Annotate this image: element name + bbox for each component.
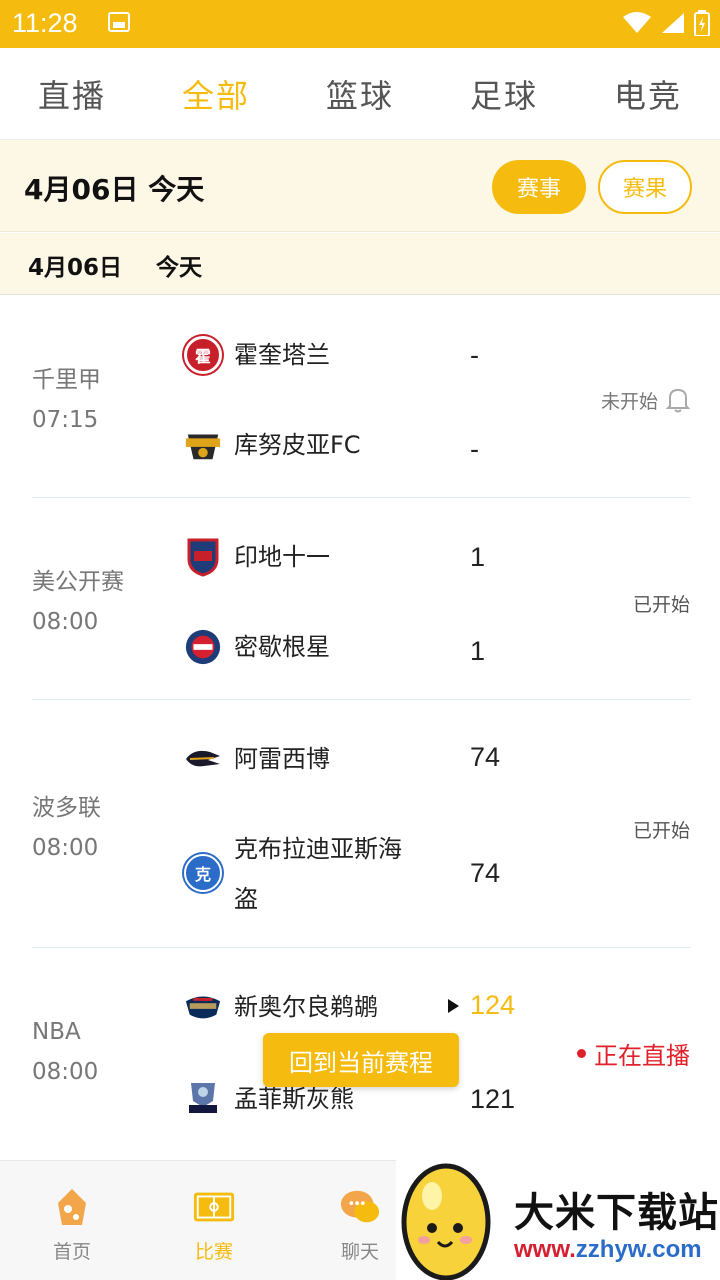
home-team: 霍 霍奎塔兰	[184, 332, 330, 378]
match-status: 已开始	[632, 594, 690, 616]
url-prefix: www.	[514, 1236, 576, 1263]
away-score: 74	[470, 858, 501, 888]
tab-basketball[interactable]: 篮球	[290, 71, 430, 117]
section-date: 4月06日	[28, 255, 123, 281]
match-row[interactable]: 千里甲 07:15 霍 霍奎塔兰 库努皮亚FC - - 未开始	[0, 296, 720, 498]
section-day: 今天	[156, 255, 203, 281]
match-status: 已开始	[632, 820, 690, 842]
nav-home-label: 首页	[52, 1241, 91, 1263]
away-team-name: 克布拉迪亚斯海	[234, 835, 402, 863]
match-row[interactable]: 波多联 08:00 阿雷西博 克 克布拉迪亚斯海 盗 74 74 已开始	[0, 700, 720, 948]
watermark-url: www.zzhyw.com	[514, 1236, 702, 1264]
status-icons	[622, 8, 710, 38]
home-team-name: 印地十一	[234, 543, 330, 571]
home-score: -	[470, 340, 479, 370]
away-team: 密歇根星	[184, 624, 330, 670]
away-score: -	[470, 434, 479, 464]
chat-icon	[338, 1185, 382, 1229]
url-domain: zzhyw	[575, 1236, 646, 1263]
home-team: 阿雷西博	[184, 736, 330, 782]
away-team-logo	[184, 628, 222, 666]
match-row[interactable]: 美公开赛 08:00 印地十一 密歇根星 1 1 已开始	[0, 498, 720, 700]
results-button[interactable]: 赛果	[598, 160, 692, 214]
date-section-label: 4月06日 今天	[28, 248, 202, 282]
match-field-icon	[192, 1185, 236, 1229]
battery-icon	[694, 10, 710, 36]
match-status: 正在直播	[594, 1042, 690, 1070]
match-time: 08:00	[32, 1059, 99, 1085]
match-time: 08:00	[32, 609, 99, 635]
tab-esports[interactable]: 电竞	[578, 71, 718, 117]
away-team-name-cont: 盗	[234, 885, 258, 913]
events-button[interactable]: 赛事	[492, 160, 586, 214]
home-team-name: 新奥尔良鹈鹕	[234, 993, 378, 1021]
date-section-header: 4月06日 今天	[0, 233, 720, 295]
league-name: 波多联	[32, 795, 101, 821]
away-score: 1	[470, 636, 486, 666]
tab-live[interactable]: 直播	[2, 71, 142, 117]
match-time: 07:15	[32, 407, 99, 433]
match-time: 08:00	[32, 835, 99, 861]
home-score: 124	[470, 990, 516, 1020]
nav-matches-label: 比赛	[194, 1241, 233, 1263]
home-team-logo	[184, 740, 222, 778]
away-team: 库努皮亚FC	[184, 422, 361, 468]
bell-icon[interactable]	[666, 386, 690, 414]
date-title[interactable]: 4月06日 今天	[24, 168, 204, 208]
league-name: 千里甲	[32, 367, 101, 393]
signal-icon	[662, 13, 684, 33]
home-score: 1	[470, 542, 486, 572]
home-score: 74	[470, 742, 501, 772]
league-name: 美公开赛	[32, 569, 124, 595]
wifi-icon	[623, 12, 651, 33]
away-team-logo: 克	[184, 854, 222, 892]
away-team-name: 库努皮亚FC	[234, 431, 361, 459]
home-team-logo: 霍	[184, 336, 222, 374]
home-team: 新奥尔良鹈鹕	[184, 984, 378, 1030]
tab-all[interactable]: 全部	[146, 71, 286, 117]
status-time: 11:28	[12, 8, 78, 38]
date-header: 4月06日 今天 赛事 赛果	[0, 140, 720, 232]
category-tabs: 直播 全部 篮球 足球 电竞	[0, 48, 720, 140]
match-status: 未开始	[600, 390, 658, 413]
image-notification-icon	[108, 12, 130, 32]
away-team-name: 密歇根星	[234, 633, 330, 661]
away-team: 克 克布拉迪亚斯海 盗	[184, 824, 402, 924]
bottom-nav: 首页 比赛 聊天	[0, 1160, 400, 1280]
nav-matches[interactable]: 比赛	[144, 1161, 284, 1280]
mascot-logo	[401, 1163, 491, 1280]
home-team-logo	[184, 538, 222, 577]
play-icon[interactable]	[448, 999, 459, 1013]
tab-football[interactable]: 足球	[434, 71, 574, 117]
home-team-name: 霍奎塔兰	[234, 341, 330, 369]
away-team-logo	[184, 426, 222, 464]
away-score: 121	[470, 1084, 516, 1114]
nav-chat-label: 聊天	[340, 1241, 379, 1263]
home-team-logo	[184, 988, 222, 1026]
watermark: 大米下载站 www.zzhyw.com	[396, 1160, 720, 1280]
status-bar: 11:28	[0, 0, 720, 48]
home-icon	[50, 1185, 94, 1229]
league-name: NBA	[32, 1019, 81, 1045]
back-to-current-button[interactable]: 回到当前赛程	[263, 1033, 459, 1087]
watermark-title: 大米下载站	[514, 1190, 719, 1236]
home-team: 印地十一	[184, 534, 330, 580]
nav-home[interactable]: 首页	[2, 1161, 142, 1280]
home-team-name: 阿雷西博	[234, 745, 330, 773]
away-team-logo	[184, 1080, 222, 1118]
url-suffix: .com	[645, 1236, 702, 1263]
live-dot-icon	[577, 1049, 586, 1058]
